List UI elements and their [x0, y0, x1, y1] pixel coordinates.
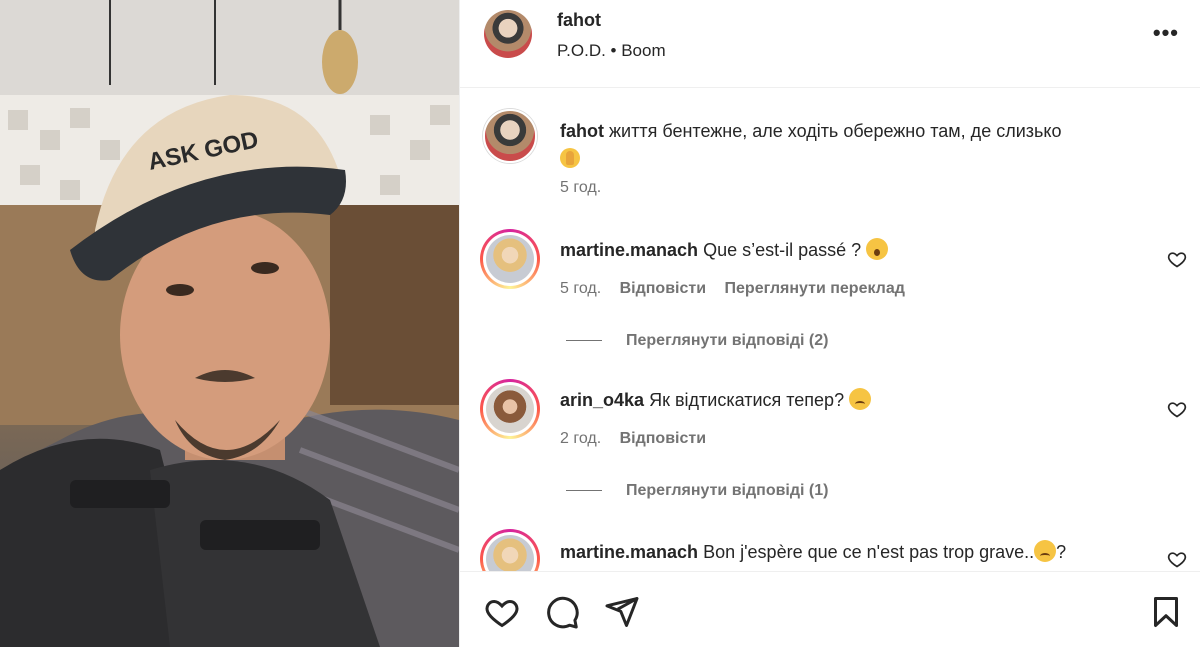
commenter-avatar[interactable] — [480, 529, 540, 571]
astonished-face-emoji — [866, 238, 889, 260]
comment-text: Que s’est-il passé ? — [703, 240, 862, 260]
author-avatar[interactable] — [484, 10, 532, 58]
comment-username[interactable]: arin_o4ka — [560, 390, 644, 410]
comment-body: martine.manach Bon j'espère que ce n'est… — [560, 539, 1066, 565]
caption-author-avatar[interactable] — [483, 109, 537, 163]
post-actions-bar — [460, 571, 1200, 647]
comment-like-heart-icon[interactable] — [1167, 249, 1187, 269]
comment-like-heart-icon[interactable] — [1167, 399, 1187, 419]
reply-button[interactable]: Відповісти — [620, 430, 706, 447]
comment-like-heart-icon[interactable] — [1167, 549, 1187, 569]
comment-timestamp: 5 год. — [560, 280, 602, 297]
raised-hands-emoji — [560, 148, 580, 168]
comment-meta: 2 год. Відповісти — [560, 430, 706, 448]
post-header: fahot P.O.D. • Boom ••• — [460, 0, 1200, 88]
view-replies-button[interactable]: Переглянути відповіді (1) — [566, 482, 828, 500]
author-username[interactable]: fahot — [557, 10, 601, 31]
view-replies-label: Переглянути відповіді (2) — [626, 332, 829, 349]
reply-button[interactable]: Відповісти — [620, 280, 706, 297]
sad-face-emoji — [849, 388, 872, 410]
more-horizontal-icon[interactable]: ••• — [1153, 20, 1179, 46]
comment-body: arin_o4ka Як відтискатися тепер? — [560, 387, 872, 413]
comment-text: Bon j'espère que ce n'est pas trop grave… — [703, 542, 1035, 562]
comment-timestamp: 2 год. — [560, 430, 602, 447]
post-caption: fahot життя бентежне, але ходіть обережн… — [560, 117, 1160, 173]
replies-divider — [566, 490, 602, 492]
sad-face-emoji — [1034, 540, 1057, 562]
commenter-avatar[interactable] — [480, 229, 540, 289]
view-replies-label: Переглянути відповіді (1) — [626, 482, 829, 499]
post-photo-illustration: ASK GOD — [0, 0, 459, 647]
post-detail-panel: fahot P.O.D. • Boom ••• fahot життя бент… — [459, 0, 1200, 647]
post-photo[interactable]: ASK GOD — [0, 0, 459, 647]
comments-scroll-area[interactable]: fahot життя бентежне, але ходіть обережн… — [460, 89, 1200, 571]
caption-timestamp: 5 год. — [560, 179, 602, 196]
comment-username[interactable]: martine.manach — [560, 240, 698, 260]
heart-icon[interactable] — [484, 594, 520, 630]
caption-username[interactable]: fahot — [560, 121, 604, 141]
comment-meta: 5 год. Відповісти Переглянути переклад — [560, 280, 905, 298]
comment-text-suffix: ? — [1056, 542, 1067, 562]
view-replies-button[interactable]: Переглянути відповіді (2) — [566, 332, 828, 350]
comment-icon[interactable] — [544, 594, 580, 630]
music-info[interactable]: P.O.D. • Boom — [557, 41, 666, 61]
comment-text: Як відтискатися тепер? — [649, 390, 845, 410]
replies-divider — [566, 340, 602, 342]
caption-text: життя бентежне, але ходіть обережно там,… — [609, 121, 1062, 141]
bookmark-icon[interactable] — [1148, 594, 1184, 630]
comment-username[interactable]: martine.manach — [560, 542, 698, 562]
send-icon[interactable] — [604, 594, 640, 630]
comment-body: martine.manach Que s’est-il passé ? — [560, 237, 889, 263]
view-translation-button[interactable]: Переглянути переклад — [725, 280, 905, 297]
commenter-avatar[interactable] — [480, 379, 540, 439]
